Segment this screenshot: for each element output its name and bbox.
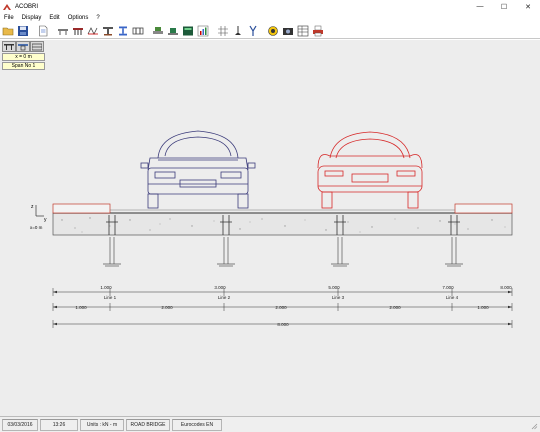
chart-icon[interactable] <box>196 24 210 38</box>
window-title: ACOBRI <box>15 3 39 10</box>
drawing-workspace: z y x=0 m 1.000 3.000 5.000 7.000 8.000 … <box>0 40 540 416</box>
minimize-button[interactable]: — <box>468 0 492 13</box>
menu-bar: File Display Edit Options ? <box>0 13 540 23</box>
camera-icon[interactable] <box>281 24 295 38</box>
truss-icon[interactable] <box>86 24 100 38</box>
axis-indicator <box>35 205 44 217</box>
line-label: Line 3 <box>332 295 345 300</box>
line-label: Line 1 <box>104 295 117 300</box>
vehicle-load-icon[interactable] <box>166 24 180 38</box>
mark-label: 3.000 <box>214 285 226 290</box>
right-car <box>317 131 423 209</box>
spacing-label: 2.000 <box>161 305 173 310</box>
results-icon[interactable] <box>266 24 280 38</box>
fork-icon[interactable] <box>246 24 260 38</box>
document-icon[interactable] <box>36 24 50 38</box>
spacing-label: 2.000 <box>389 305 401 310</box>
menu-help[interactable]: ? <box>96 15 99 21</box>
axis-position-label: x=0 m <box>30 225 43 230</box>
mark-label: 5.000 <box>328 285 340 290</box>
mark-label: 8.000 <box>500 285 512 290</box>
menu-edit[interactable]: Edit <box>49 15 59 21</box>
status-units: Units : kN - m <box>80 418 124 431</box>
print-icon[interactable] <box>311 24 325 38</box>
line-label: Line 2 <box>218 295 231 300</box>
supports <box>103 237 463 267</box>
spacing-label: 1.000 <box>75 305 87 310</box>
traffic-lane-icon[interactable] <box>151 24 165 38</box>
axis-z-label: z <box>31 204 34 210</box>
spacing-label: 2.000 <box>275 305 287 310</box>
mark-label: 1.000 <box>100 285 112 290</box>
title-bar: ACOBRI — ☐ ✕ <box>0 0 540 13</box>
menu-display[interactable]: Display <box>22 15 42 21</box>
support-icon[interactable] <box>231 24 245 38</box>
deck-tab-icon <box>32 43 42 50</box>
menu-options[interactable]: Options <box>68 15 89 21</box>
maximize-button[interactable]: ☐ <box>492 0 516 13</box>
save-disk-icon[interactable] <box>16 24 30 38</box>
spacing-label: 1.000 <box>477 305 489 310</box>
status-structure: ROAD BRIDGE <box>126 418 170 431</box>
i-beam-icon[interactable] <box>116 24 130 38</box>
status-bar: 03/03/2016 13:26 Units : kN - m ROAD BRI… <box>0 416 540 432</box>
total-width-label: 8.000 <box>277 322 289 327</box>
cross-section-icon[interactable] <box>71 24 85 38</box>
grid-icon[interactable] <box>216 24 230 38</box>
load-case-icon[interactable] <box>181 24 195 38</box>
girders-tab-icon <box>4 43 14 50</box>
open-folder-icon[interactable] <box>1 24 15 38</box>
position-field[interactable]: x = 0 m <box>2 53 45 61</box>
girder-icon[interactable] <box>131 24 145 38</box>
bridge-deck-icon[interactable] <box>56 24 70 38</box>
tab-girders[interactable] <box>2 41 16 52</box>
tab-deck[interactable] <box>30 41 44 52</box>
tab-section[interactable] <box>16 41 30 52</box>
beam-section-icon[interactable] <box>101 24 115 38</box>
table-icon[interactable] <box>296 24 310 38</box>
section-tab-icon <box>18 43 28 50</box>
section-panel: x = 0 m Span No 1 <box>2 41 45 70</box>
axis-y-label: y <box>44 217 47 223</box>
line-label: Line 4 <box>446 295 459 300</box>
menu-file[interactable]: File <box>4 15 14 21</box>
mark-label: 7.000 <box>442 285 454 290</box>
toolbar <box>0 23 540 39</box>
status-time: 13:26 <box>40 418 78 431</box>
bridge-deck <box>52 203 513 236</box>
bridge-cross-section: z y x=0 m 1.000 3.000 5.000 7.000 8.000 … <box>30 130 513 328</box>
status-code: Eurocodes EN <box>172 418 222 431</box>
app-icon <box>3 3 11 10</box>
status-date: 03/03/2016 <box>2 418 38 431</box>
left-car <box>140 130 256 209</box>
span-field[interactable]: Span No 1 <box>2 62 45 70</box>
close-button[interactable]: ✕ <box>516 0 540 13</box>
resize-grip-icon[interactable] <box>530 422 538 430</box>
